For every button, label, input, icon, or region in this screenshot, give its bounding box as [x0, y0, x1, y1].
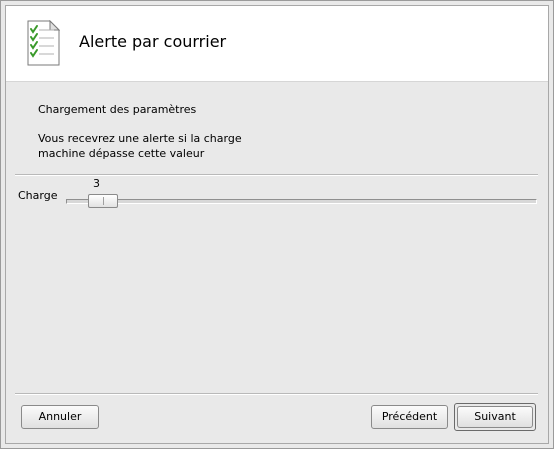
slider-value-label: 3 — [93, 177, 100, 190]
previous-button[interactable]: Précédent — [371, 405, 448, 429]
wizard-window: Alerte par courrier Chargement des param… — [0, 0, 554, 449]
charge-slider-track[interactable] — [66, 199, 537, 204]
wizard-frame: Alerte par courrier Chargement des param… — [5, 5, 549, 444]
wizard-title: Alerte par courrier — [79, 32, 227, 51]
description-text: Vous recevrez une alerte si la charge ma… — [38, 131, 338, 161]
separator-bottom — [15, 393, 538, 395]
cancel-button[interactable]: Annuler — [21, 405, 99, 429]
description-line-2: machine dépasse cette valeur — [38, 147, 205, 160]
separator-top — [15, 174, 538, 176]
section-title: Chargement des paramètres — [38, 103, 197, 116]
checklist-document-icon — [26, 19, 61, 66]
wizard-header: Alerte par courrier — [6, 6, 548, 82]
charge-label: Charge — [18, 189, 58, 202]
description-line-1: Vous recevrez une alerte si la charge — [38, 132, 242, 145]
charge-slider-handle[interactable] — [88, 194, 118, 208]
next-button[interactable]: Suivant — [457, 406, 533, 428]
